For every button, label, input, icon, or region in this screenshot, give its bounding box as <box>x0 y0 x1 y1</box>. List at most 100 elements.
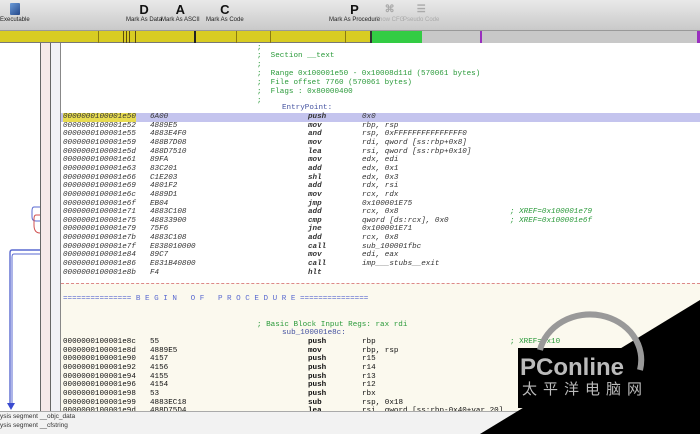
breakpoint-gutter[interactable] <box>40 43 51 411</box>
marker-gutter <box>51 43 61 411</box>
bytes: 4889E5 <box>150 346 178 355</box>
mark-as-code-button[interactable]: C Mark As Code <box>206 2 244 23</box>
mark-as-data-button[interactable]: D Mark As Data <box>126 2 162 23</box>
mnemonic: jmp <box>308 199 322 208</box>
instruction-row[interactable]: 0000000100001e90 4157 push r15 <box>61 355 700 364</box>
mnemonic: lea <box>308 147 322 156</box>
instruction-row[interactable]: 0000000100001e59 488B7D08 mov rdi, qword [s… <box>61 139 700 148</box>
nav-unexplored-segment <box>422 31 700 43</box>
address: 0000000100001e71 <box>63 208 136 217</box>
mnemonic: add <box>308 182 322 191</box>
operands: r13 <box>362 372 376 381</box>
executable-label: Executable <box>0 17 30 23</box>
instruction-row[interactable]: 0000000100001e86 E831B40800 call imp___stub… <box>61 260 700 269</box>
address: 0000000100001e90 <box>63 355 136 364</box>
instruction-row[interactable]: 0000000100001e61 89FA mov edx, edi <box>61 156 700 165</box>
instruction-row[interactable]: 0000000100001e79 75F6 jne 0x100001E71 <box>61 225 700 234</box>
toolbar: Executable D Mark As Data A Mark As ASCII … <box>0 0 700 31</box>
mnemonic: cmp <box>308 216 322 225</box>
address: 0000000100001e52 <box>63 121 136 130</box>
operands: rsp, 0x18 <box>362 398 404 407</box>
cfg-icon: ⌘ <box>384 4 395 15</box>
address: 0000000100001e86 <box>63 260 136 269</box>
instruction-row[interactable]: 0000000100001e8c 55 push rbp ; XREF=0x10 <box>61 338 700 347</box>
entry-point-label[interactable]: EntryPoint: <box>282 104 332 112</box>
procedure-label[interactable]: sub_100001e8c: <box>282 329 346 337</box>
call-arrow <box>9 249 40 407</box>
mnemonic: shl <box>308 173 322 182</box>
instruction-row[interactable]: 0000000100001e75 48833900 cmp qword [ds:rcx… <box>61 217 700 226</box>
operands: r12 <box>362 381 376 390</box>
disassembly-view[interactable]: ; ; Section __text ; ; Range 0x100001e50… <box>61 43 700 411</box>
address: 0000000100001e63 <box>63 164 136 173</box>
instruction-row[interactable]: 0000000100001e6c 4889D1 mov rcx, rdx <box>61 191 700 200</box>
address: 0000000100001e79 <box>63 225 136 234</box>
show-cfg-button[interactable]: ⌘ Show CFG <box>375 2 404 23</box>
operands: edi, eax <box>362 251 399 260</box>
address: 0000000100001e8b <box>63 268 136 277</box>
instruction-row[interactable]: 0000000100001e92 4156 push r14 <box>61 364 700 373</box>
instruction-row[interactable]: 0000000100001e8b F4 hlt <box>61 269 700 278</box>
mark-as-procedure-button[interactable]: P Mark As Procedure <box>329 2 380 23</box>
nav-marker <box>480 31 482 43</box>
operands: rcx, 0x8 <box>362 234 399 243</box>
bytes: 4801F2 <box>150 182 178 191</box>
instruction-row[interactable]: 0000000100001e52 4889E5 mov rbp, rsp <box>61 122 700 131</box>
mnemonic: push <box>308 355 327 364</box>
segment-navigation-bar[interactable] <box>0 31 700 43</box>
mnemonic: push <box>308 363 327 372</box>
operands: 0x100001E75 <box>362 199 413 208</box>
bytes: 4889D1 <box>150 190 178 199</box>
instruction-row[interactable]: 0000000100001e96 4154 push r12 <box>61 381 700 390</box>
operands: imp___stubs__exit <box>362 260 440 269</box>
instruction-row[interactable]: 0000000100001e5d 488D7510 lea rsi, qword [s… <box>61 148 700 157</box>
call-arrow <box>11 253 40 407</box>
instruction-row[interactable]: 0000000100001e71 4883C108 add rcx, 0x8 ; XRE… <box>61 208 700 217</box>
instruction-row[interactable]: 0000000100001e7b 4883C108 add rcx, 0x8 <box>61 234 700 243</box>
mark-data-label: Mark As Data <box>126 17 163 23</box>
address: 0000000100001e84 <box>63 251 136 260</box>
bytes: 488D7510 <box>150 147 187 156</box>
mark-as-ascii-button[interactable]: A Mark As ASCII <box>161 2 200 23</box>
instruction-row[interactable]: 0000000100001e69 4801F2 add rdx, rsi <box>61 182 700 191</box>
mnemonic: mov <box>308 121 322 130</box>
address: 0000000100001e8c <box>63 338 136 346</box>
jump-arrows-gutter <box>0 43 41 411</box>
address: 0000000100001e8d <box>63 346 136 355</box>
instruction-row[interactable]: 0000000100001e55 4883E4F0 and rsp, 0xFFFFFF… <box>61 130 700 139</box>
mnemonic: add <box>308 208 322 217</box>
nav-position-marker <box>194 31 196 43</box>
bytes: 6A00 <box>150 113 169 121</box>
pseudo-code-icon: ☰ <box>416 4 426 15</box>
instruction-row[interactable]: 0000000100001e50 6A00 push 0x0 <box>61 113 700 122</box>
instruction-row[interactable]: 0000000100001e8d 4889E5 mov rbp, rsp <box>61 347 700 356</box>
mnemonic: push <box>308 389 327 398</box>
instruction-row[interactable]: 0000000100001e63 83C201 add edx, 0x1 <box>61 165 700 174</box>
mnemonic: add <box>308 234 322 243</box>
pseudo-code-button[interactable]: ☰ Pseudo Code <box>403 2 439 23</box>
instruction-row[interactable]: 0000000100001e94 4155 push r13 <box>61 373 700 382</box>
file-offset-comment: ; File offset 7760 (570061 bytes) <box>257 79 412 87</box>
status-line: ysis segment __cfstring <box>0 422 68 429</box>
bytes: 4889E5 <box>150 121 178 130</box>
bytes: 4156 <box>150 363 169 372</box>
address: 0000000100001e55 <box>63 130 136 139</box>
instruction-row[interactable]: 0000000100001e84 89C7 mov edi, eax <box>61 251 700 260</box>
operands: rbp, rsp <box>362 346 399 355</box>
bytes: 488B7D08 <box>150 138 187 147</box>
bytes: 4883C108 <box>150 234 187 243</box>
executable-button[interactable]: Executable <box>0 2 30 23</box>
bytes: 83C201 <box>150 164 178 173</box>
bytes: 4155 <box>150 372 169 381</box>
instruction-row[interactable]: 0000000100001e99 4883EC18 sub rsp, 0x18 <box>61 399 700 408</box>
flags-comment: ; Flags : 0x80000400 <box>257 88 353 96</box>
mnemonic: mov <box>308 251 322 260</box>
instruction-row[interactable]: 0000000100001e98 53 push rbx <box>61 390 700 399</box>
comment-line: ; <box>257 97 262 105</box>
bytes: 89FA <box>150 156 169 165</box>
instruction-row[interactable]: 0000000100001e6f EB04 jmp 0x100001E75 <box>61 200 700 209</box>
instruction-row[interactable]: 0000000100001e66 C1E203 shl edx, 0x3 <box>61 174 700 183</box>
instruction-row[interactable]: 0000000100001e7f E838010000 call sub_100001… <box>61 243 700 252</box>
operands: rsi, qword [ss:rbp+0x10] <box>362 147 472 156</box>
comment-line: ; <box>257 44 262 52</box>
